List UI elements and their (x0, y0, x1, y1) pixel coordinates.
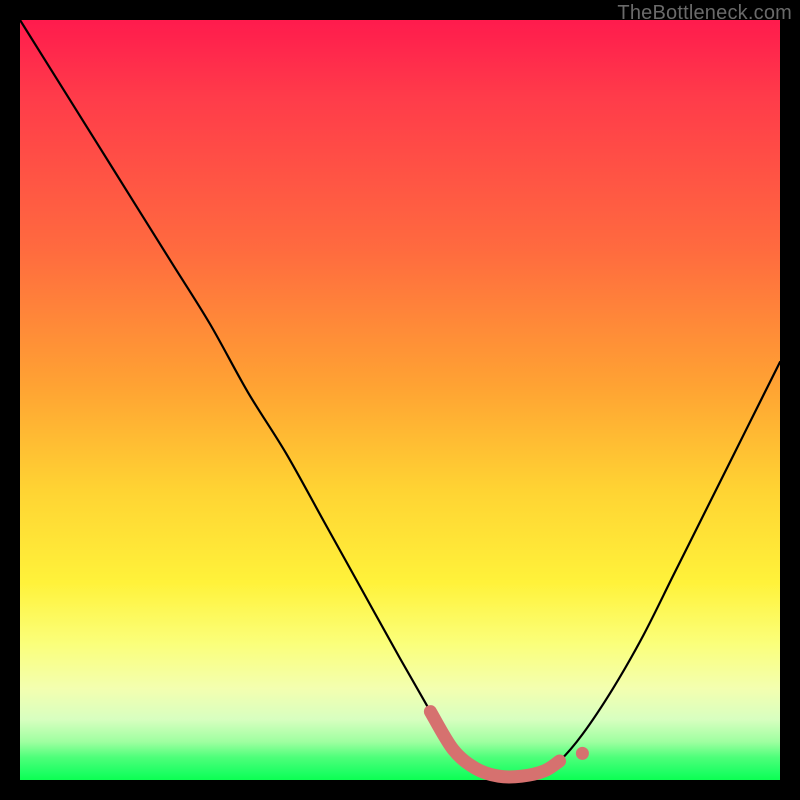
watermark-text: TheBottleneck.com (617, 2, 792, 25)
optimal-zone-highlight (430, 712, 559, 777)
bottleneck-curve (20, 20, 780, 777)
chart-frame: TheBottleneck.com (0, 0, 800, 800)
optimal-zone-end-dot (576, 747, 589, 760)
chart-svg (20, 20, 780, 780)
